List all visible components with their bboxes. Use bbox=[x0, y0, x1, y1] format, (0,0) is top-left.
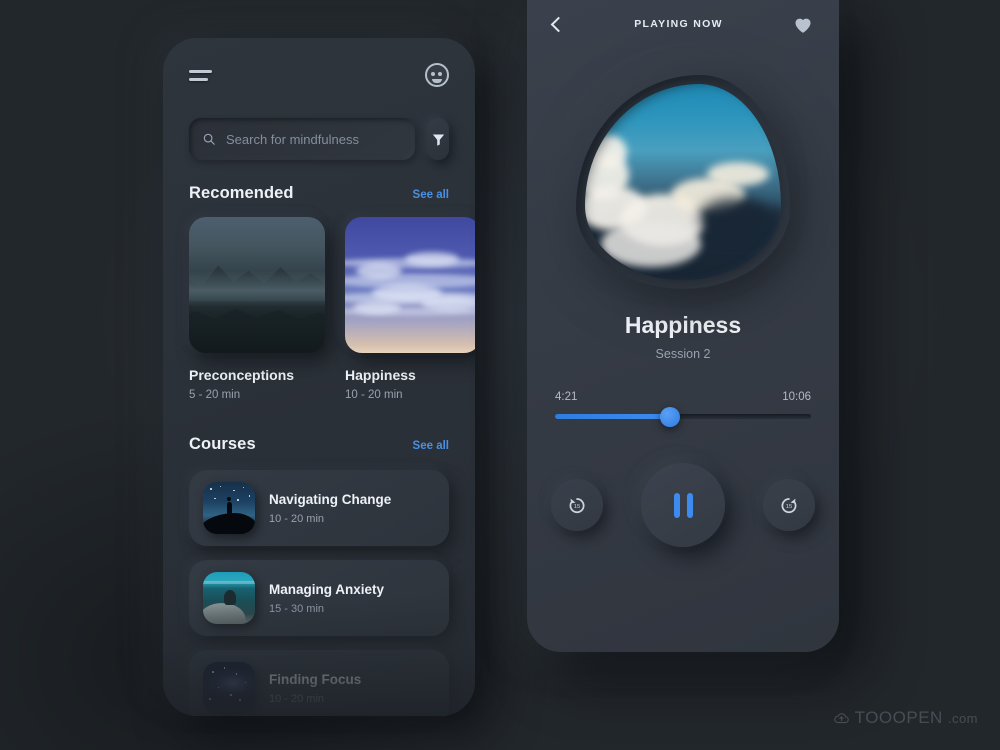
recommended-card-duration: 5 - 20 min bbox=[189, 389, 241, 401]
recommended-see-all-link[interactable]: See all bbox=[413, 189, 449, 201]
recommended-card-title: Preconceptions bbox=[189, 367, 295, 383]
haze-layer bbox=[189, 271, 325, 307]
starry-night-silhouette-artwork bbox=[203, 482, 255, 534]
hamburger-menu-icon[interactable] bbox=[189, 69, 212, 81]
course-thumbnail bbox=[203, 482, 255, 534]
rewind-15-icon: 15 bbox=[569, 498, 585, 514]
course-title: Managing Anxiety bbox=[269, 581, 385, 597]
galaxy-night-sky-artwork bbox=[203, 662, 255, 714]
player-screen-phone: PLAYING NOW Happiness Session 2 4:21 10:… bbox=[527, 0, 839, 652]
courses-title: Courses bbox=[189, 435, 256, 453]
home-screen-phone: Recomended See all Preconceptions 5 - 20… bbox=[163, 38, 475, 716]
heart-icon[interactable] bbox=[793, 15, 813, 34]
album-artwork-blob bbox=[585, 84, 781, 280]
recommended-section-header: Recomended See all bbox=[189, 184, 449, 203]
person-silhouette bbox=[226, 496, 232, 518]
home-top-bar bbox=[163, 38, 475, 112]
forward-15-icon: 15 bbox=[781, 498, 797, 514]
user-avatar-icon[interactable] bbox=[425, 63, 449, 87]
course-duration: 10 - 20 min bbox=[269, 512, 325, 525]
time-row: 4:21 10:06 bbox=[555, 391, 811, 403]
course-thumbnail bbox=[203, 662, 255, 714]
home-content: Recomended See all Preconceptions 5 - 20… bbox=[163, 118, 475, 716]
courses-list: Navigating Change 10 - 20 min Managing A… bbox=[189, 470, 449, 716]
watermark-name: TOOOPEN bbox=[854, 708, 943, 727]
course-title: Navigating Change bbox=[269, 491, 392, 507]
recommended-title: Recomended bbox=[189, 184, 294, 202]
course-list-item[interactable]: Finding Focus 10 - 20 min bbox=[189, 650, 449, 716]
filter-funnel-icon bbox=[432, 134, 444, 146]
svg-text:15: 15 bbox=[574, 504, 581, 510]
progress-fill bbox=[555, 414, 671, 419]
search-row bbox=[189, 118, 449, 160]
recommended-card-thumbnail bbox=[189, 217, 325, 353]
player-top-bar: PLAYING NOW bbox=[527, 0, 839, 48]
watermark-suffix: .com bbox=[947, 710, 978, 726]
search-icon bbox=[203, 133, 215, 145]
background-glow bbox=[0, 0, 1000, 750]
courses-section-header: Courses See all bbox=[189, 435, 449, 454]
teal-water-meditation-artwork bbox=[203, 572, 255, 624]
pause-bar-left bbox=[673, 492, 680, 518]
progress-section: 4:21 10:06 bbox=[555, 391, 811, 427]
track-title: Happiness bbox=[624, 312, 742, 338]
recommended-card-scroller[interactable]: Preconceptions 5 - 20 min Happiness 10 -… bbox=[189, 217, 475, 401]
recommended-card[interactable]: Preconceptions 5 - 20 min bbox=[189, 217, 325, 401]
pause-bar-right bbox=[686, 492, 693, 518]
course-text-block: Navigating Change 10 - 20 min bbox=[269, 492, 391, 525]
progress-slider[interactable] bbox=[555, 406, 811, 427]
blue-cloud-sky-artwork bbox=[345, 217, 475, 353]
watermark: TOOOPEN .com bbox=[833, 708, 978, 728]
player-header-title: PLAYING NOW bbox=[634, 18, 723, 30]
forward-15-button[interactable]: 15 bbox=[763, 479, 815, 531]
menu-line-2 bbox=[189, 77, 208, 81]
course-thumbnail bbox=[203, 572, 255, 624]
horizon-band bbox=[203, 581, 255, 585]
recommended-card-title: Happiness bbox=[345, 367, 416, 383]
total-time: 10:06 bbox=[782, 391, 811, 403]
course-text-block: Finding Focus 10 - 20 min bbox=[269, 672, 361, 705]
current-time: 4:21 bbox=[555, 391, 578, 403]
recommended-card-thumbnail bbox=[345, 217, 475, 353]
course-duration: 15 - 30 min bbox=[269, 602, 325, 615]
course-list-item[interactable]: Managing Anxiety 15 - 30 min bbox=[189, 560, 449, 636]
track-subtitle: Session 2 bbox=[655, 347, 711, 361]
mountains-at-dusk-artwork bbox=[189, 217, 325, 353]
back-chevron-icon[interactable] bbox=[550, 16, 567, 32]
svg-text:15: 15 bbox=[786, 504, 793, 510]
rewind-15-button[interactable]: 15 bbox=[551, 479, 603, 531]
play-pause-button[interactable] bbox=[641, 463, 725, 547]
album-artwork bbox=[585, 84, 781, 280]
course-text-block: Managing Anxiety 15 - 30 min bbox=[269, 582, 384, 615]
search-input[interactable] bbox=[226, 131, 402, 147]
courses-see-all-link[interactable]: See all bbox=[413, 440, 449, 452]
course-duration: 10 - 20 min bbox=[269, 692, 325, 705]
seated-person-silhouette bbox=[223, 590, 236, 606]
course-title: Finding Focus bbox=[269, 671, 362, 687]
course-list-item[interactable]: Navigating Change 10 - 20 min bbox=[189, 470, 449, 546]
search-box[interactable] bbox=[189, 118, 415, 160]
menu-line-1 bbox=[189, 69, 212, 73]
sunlit-clouds-artwork bbox=[585, 84, 781, 280]
playback-controls: 15 15 bbox=[527, 463, 839, 547]
recommended-card[interactable]: Happiness 10 - 20 min bbox=[345, 217, 475, 401]
recommended-card-duration: 10 - 20 min bbox=[345, 389, 403, 401]
progress-thumb[interactable] bbox=[660, 406, 681, 427]
filter-button[interactable] bbox=[427, 118, 449, 160]
cloud-upload-icon bbox=[833, 712, 849, 723]
